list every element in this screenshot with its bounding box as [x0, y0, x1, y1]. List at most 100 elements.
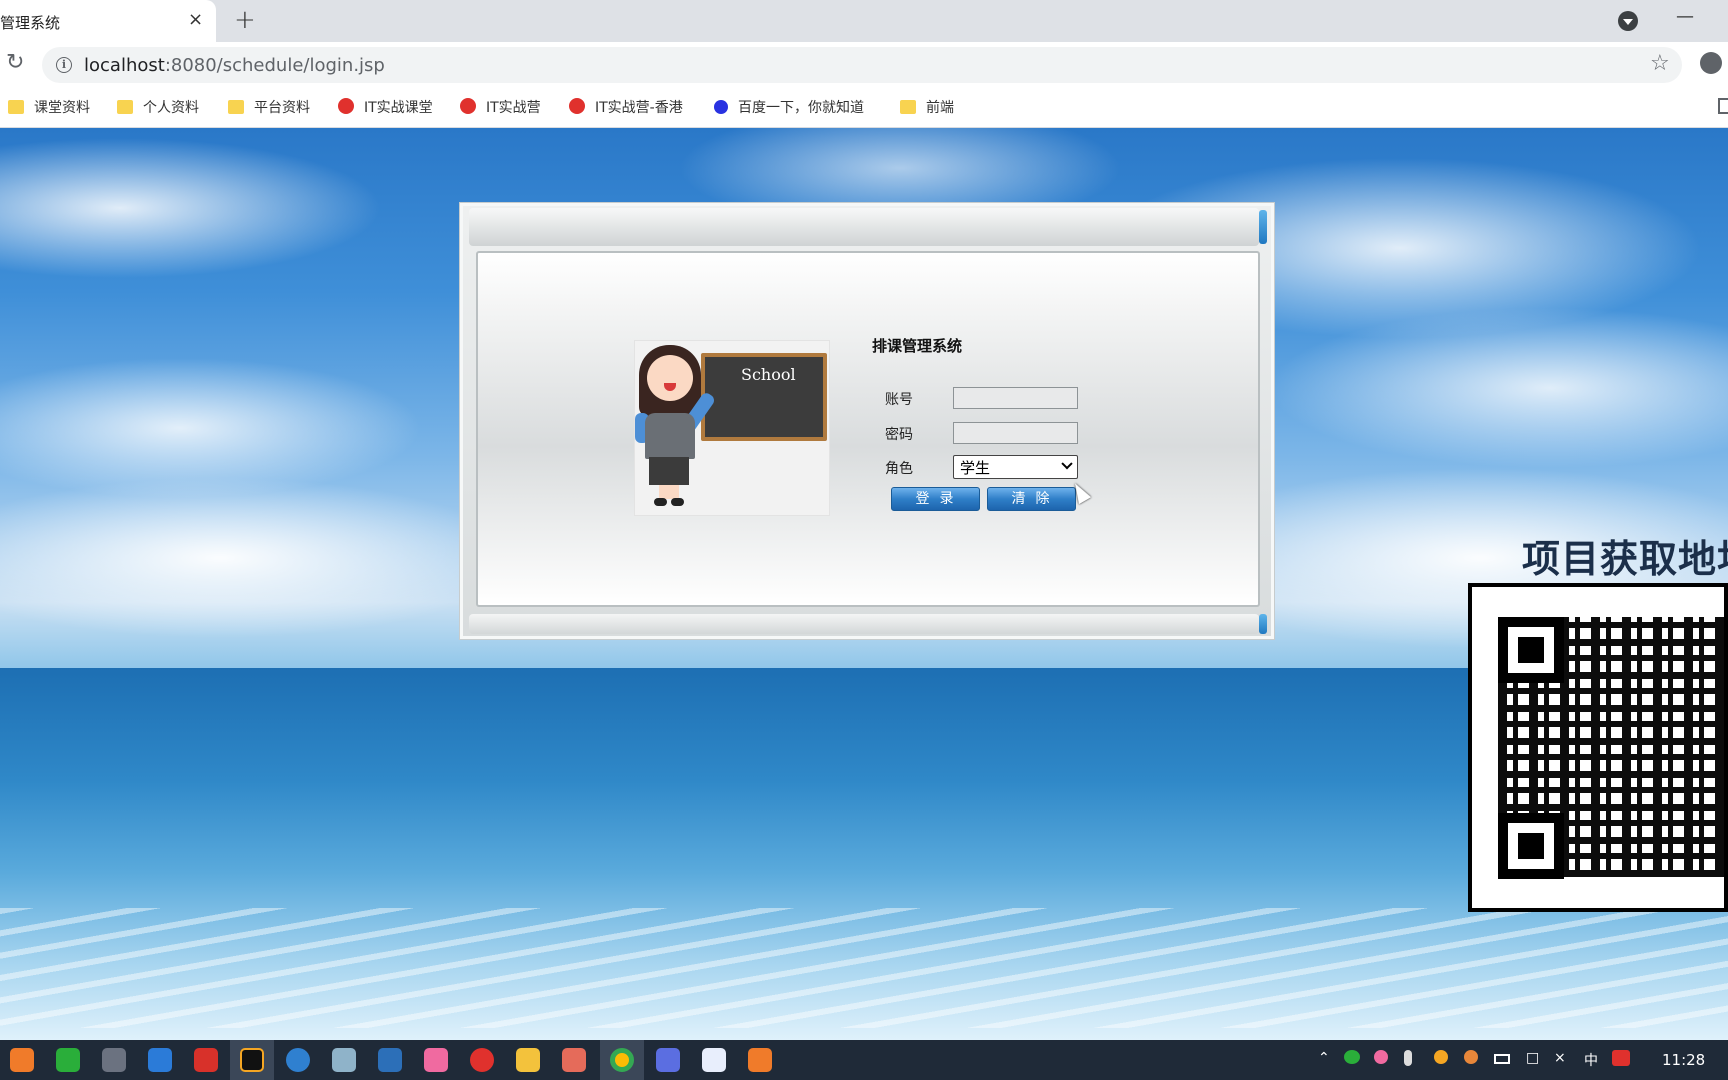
qr-finder-pattern — [1498, 813, 1564, 879]
bookmark-item[interactable]: 课堂资料 — [8, 97, 90, 119]
network-icon[interactable]: □ — [1526, 1050, 1539, 1066]
password-input[interactable] — [953, 422, 1078, 444]
notes-icon[interactable] — [332, 1048, 356, 1072]
chalkboard-text: School — [741, 365, 796, 384]
promo-text: 项目获取地址 — [1522, 537, 1728, 581]
login-button[interactable]: 登录 — [891, 487, 980, 511]
app-icon[interactable] — [424, 1048, 448, 1072]
teacher-illustration: School — [634, 340, 830, 516]
baidu-paw-icon — [714, 100, 728, 114]
bookmark-item[interactable]: 平台资料 — [228, 97, 310, 119]
site-icon — [569, 98, 585, 114]
teacher-shoe — [654, 498, 667, 506]
site-icon — [338, 98, 354, 114]
app-icon[interactable] — [656, 1048, 680, 1072]
waves — [0, 908, 1728, 1028]
bookmark-star-icon[interactable]: ☆ — [1650, 51, 1670, 76]
reading-list-icon[interactable] — [1718, 98, 1728, 114]
browser-tab[interactable]: 管理系统 × — [0, 0, 216, 42]
chevron-down-icon — [1061, 458, 1073, 470]
tray-expand-icon[interactable]: ⌃ — [1318, 1050, 1330, 1066]
password-label: 密码 — [885, 427, 913, 443]
app-icon[interactable] — [702, 1048, 726, 1072]
account-input[interactable] — [953, 387, 1078, 409]
teacher-shoe — [671, 498, 684, 506]
login-panel-footer — [469, 614, 1259, 634]
profile-avatar-icon[interactable] — [1700, 52, 1722, 74]
login-panel-body — [476, 251, 1260, 607]
bookmark-label: IT实战营 — [486, 100, 541, 116]
wechat-icon[interactable] — [56, 1048, 80, 1072]
teacher-face — [647, 355, 693, 401]
teacher-mouth — [664, 383, 676, 391]
qq-icon[interactable] — [1434, 1050, 1448, 1064]
browser-icon[interactable] — [286, 1048, 310, 1072]
bookmark-label: IT实战营-香港 — [595, 100, 683, 116]
taskbar: ⌃ □ × 中 11:28 — [0, 1040, 1728, 1080]
site-info-icon[interactable]: i — [56, 57, 72, 73]
teacher-legs — [659, 485, 679, 499]
wps-icon[interactable] — [194, 1048, 218, 1072]
taskbar-clock[interactable]: 11:28 — [1662, 1051, 1705, 1069]
wechat-tray-icon[interactable] — [1344, 1050, 1360, 1064]
bookmark-item[interactable]: 百度一下，你就知道 — [714, 97, 864, 119]
intellij-icon[interactable] — [240, 1048, 264, 1072]
site-icon — [460, 98, 476, 114]
address-toolbar: ↻ i localhost:8080/schedule/login.jsp ☆ — [0, 42, 1728, 88]
role-selected-value: 学生 — [960, 459, 991, 477]
folder-icon — [228, 100, 244, 114]
chalkboard: School — [701, 353, 827, 441]
bookmark-item[interactable]: IT实战营-香港 — [569, 97, 683, 119]
bookmarks-bar: 课堂资料 个人资料 平台资料 IT实战课堂 IT实战营 IT实战营-香港 百度一… — [0, 88, 1728, 128]
qr-finder-pattern — [1498, 617, 1564, 683]
bookmark-label: 课堂资料 — [34, 100, 90, 116]
bookmark-label: 前端 — [926, 100, 954, 116]
qr-code — [1468, 583, 1728, 912]
photos-icon[interactable] — [378, 1048, 402, 1072]
login-panel-header — [469, 208, 1259, 246]
volume-muted-icon[interactable]: × — [1554, 1050, 1566, 1066]
app-icon[interactable] — [148, 1048, 172, 1072]
music-icon[interactable] — [470, 1048, 494, 1072]
bookmark-item[interactable]: IT实战课堂 — [338, 97, 433, 119]
tab-close-icon[interactable]: × — [188, 9, 203, 30]
reload-icon[interactable]: ↻ — [6, 50, 24, 75]
login-panel — [460, 203, 1274, 639]
app-icon[interactable] — [562, 1048, 586, 1072]
role-select[interactable]: 学生 — [953, 455, 1078, 479]
settings-gear-icon[interactable] — [102, 1048, 126, 1072]
app-icon[interactable] — [748, 1048, 772, 1072]
role-label: 角色 — [885, 461, 913, 477]
file-explorer-icon[interactable] — [516, 1048, 540, 1072]
accent-bar — [1259, 614, 1267, 634]
bookmark-item[interactable]: 个人资料 — [117, 97, 199, 119]
bookmark-item[interactable]: IT实战营 — [460, 97, 541, 119]
bookmark-label: IT实战课堂 — [364, 100, 433, 116]
ime-indicator[interactable]: 中 — [1584, 1050, 1598, 1070]
tray-app-icon[interactable] — [1464, 1050, 1478, 1064]
microphone-icon[interactable] — [1404, 1050, 1412, 1066]
sogou-ime-icon[interactable] — [1612, 1050, 1630, 1066]
folder-icon — [900, 100, 916, 114]
battery-icon[interactable] — [1494, 1054, 1510, 1064]
url-host: localhost — [84, 55, 165, 76]
chrome-icon[interactable] — [610, 1048, 634, 1072]
folder-icon — [8, 100, 24, 114]
url-path: :8080/schedule/login.jsp — [164, 55, 385, 76]
tab-search-icon[interactable] — [1618, 11, 1638, 31]
clear-button[interactable]: 清除 — [987, 487, 1076, 511]
url-text[interactable]: localhost:8080/schedule/login.jsp — [84, 55, 385, 76]
bookmark-label: 个人资料 — [143, 100, 199, 116]
minimize-icon[interactable]: — — [1676, 6, 1694, 27]
accent-bar — [1259, 210, 1267, 244]
address-bar[interactable]: i localhost:8080/schedule/login.jsp ☆ — [42, 47, 1682, 83]
bookmark-item[interactable]: 前端 — [900, 97, 954, 119]
tray-app-icon[interactable] — [1374, 1050, 1388, 1064]
teacher-body — [645, 413, 695, 459]
new-tab-button[interactable]: + — [234, 5, 256, 35]
start-app-icon[interactable] — [10, 1048, 34, 1072]
bookmark-label: 百度一下，你就知道 — [738, 100, 864, 116]
system-title: 排课管理系统 — [872, 337, 963, 355]
bookmark-label: 平台资料 — [254, 100, 310, 116]
tab-title: 管理系统 — [0, 14, 61, 32]
